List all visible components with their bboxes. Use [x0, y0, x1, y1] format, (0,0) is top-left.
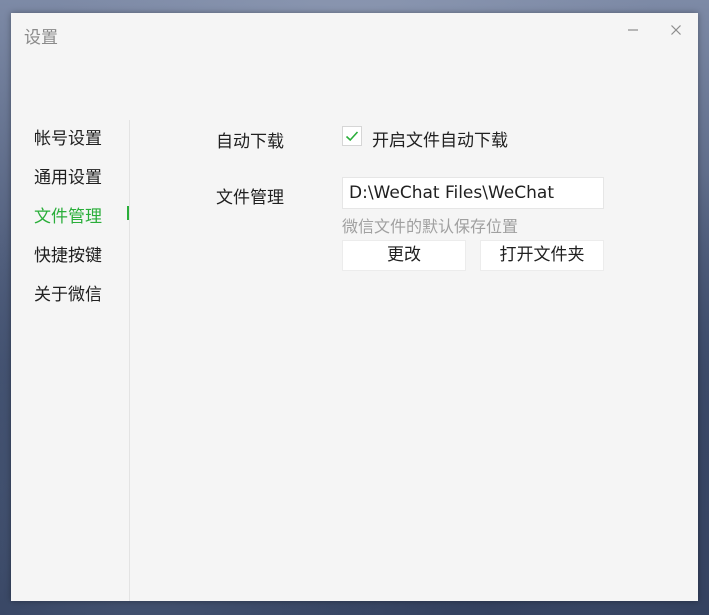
- file-path-field: D:\WeChat Files\WeChat: [342, 177, 604, 209]
- auto-download-checkbox[interactable]: [342, 126, 362, 146]
- active-indicator: [127, 206, 129, 220]
- auto-download-checkbox-label[interactable]: 开启文件自动下载: [372, 126, 508, 151]
- settings-sidebar: 帐号设置 通用设置 文件管理 快捷按键 关于微信: [11, 120, 130, 601]
- file-management-label: 文件管理: [216, 188, 284, 208]
- sidebar-item-general[interactable]: 通用设置: [34, 163, 102, 188]
- auto-download-label: 自动下载: [216, 132, 284, 152]
- window-title: 设置: [24, 28, 58, 48]
- settings-window: 设置 帐号设置 通用设置 文件管理 快捷按键 关于微信 自动下载 开启文件自动下…: [11, 13, 698, 601]
- close-icon[interactable]: [665, 19, 687, 41]
- sidebar-item-file-management[interactable]: 文件管理: [34, 202, 102, 227]
- checkmark-icon: [345, 131, 359, 142]
- sidebar-item-about[interactable]: 关于微信: [34, 280, 102, 305]
- change-button[interactable]: 更改: [342, 240, 466, 271]
- file-path-hint: 微信文件的默认保存位置: [342, 217, 519, 236]
- sidebar-item-shortcuts[interactable]: 快捷按键: [34, 241, 102, 266]
- open-folder-button[interactable]: 打开文件夹: [480, 240, 604, 271]
- sidebar-item-account[interactable]: 帐号设置: [34, 124, 102, 149]
- minimize-icon[interactable]: [622, 19, 644, 41]
